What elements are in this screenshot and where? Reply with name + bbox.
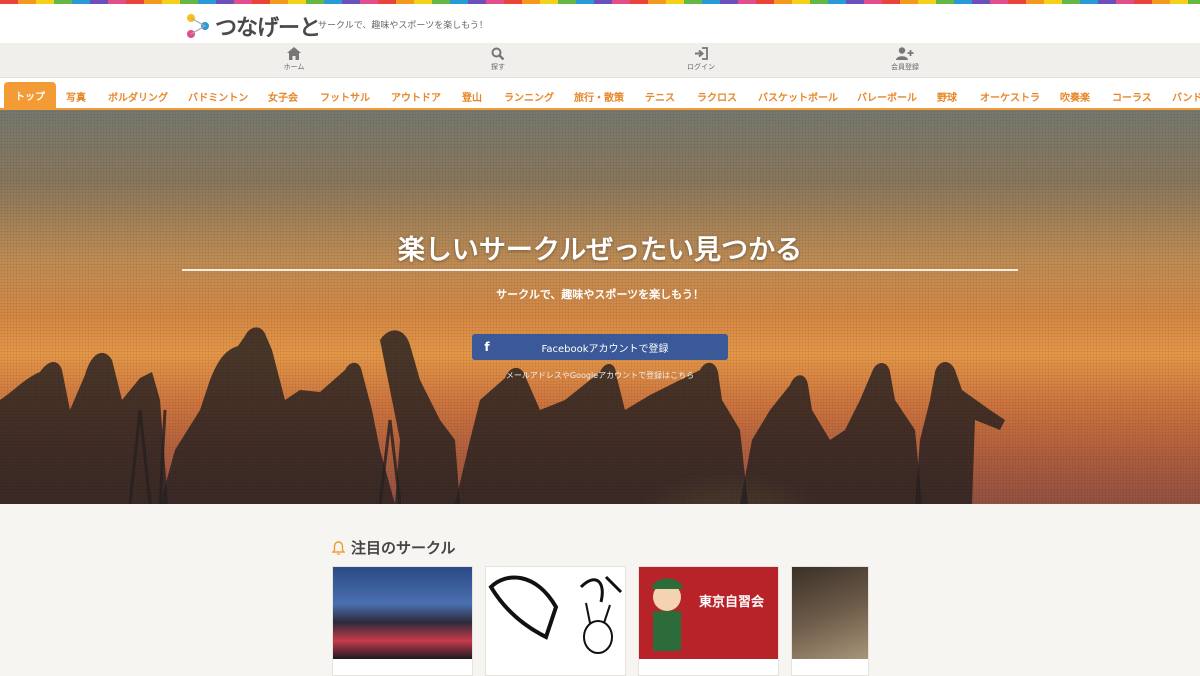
nav-tab-girls[interactable]: 女子会 — [268, 85, 298, 108]
menu-home-label: ホーム — [283, 63, 305, 71]
menu-login-label: ログイン — [687, 63, 715, 71]
hero-title: 楽しいサークルぜったい見つかる — [397, 235, 803, 266]
nav-tab-lacrosse[interactable]: ラクロス — [697, 85, 737, 108]
nav-tab-baseball[interactable]: 野球 — [937, 85, 957, 108]
nav-tab-futsal[interactable]: フットサル — [320, 85, 370, 108]
login-icon — [695, 47, 708, 60]
email-signup-link[interactable]: メールアドレスやGoogleアカウントで登録はこちら — [0, 370, 1200, 381]
user-plus-icon — [896, 47, 914, 60]
nav-tab-top[interactable]: トップ — [4, 82, 56, 108]
featured-heading-label: 注目のサークル — [351, 539, 456, 557]
site-tagline: サークルで、趣味やスポーツを楽しもう！ — [318, 21, 488, 31]
nav-tab-running[interactable]: ランニング — [504, 85, 554, 108]
nav-tab-bouldering[interactable]: ボルダリング — [108, 85, 168, 108]
site-header: つなげーと サークルで、趣味やスポーツを楽しもう！ — [0, 4, 1200, 43]
menu-search[interactable]: 探す — [458, 47, 538, 72]
logo-mark-icon — [185, 12, 211, 40]
facebook-icon: f — [484, 340, 490, 354]
menu-login[interactable]: ログイン — [661, 47, 741, 72]
bell-icon — [332, 540, 345, 555]
tokyo-study-group-banner: 東京自習会 — [639, 567, 778, 659]
nav-tab-basketball[interactable]: バスケットボール — [758, 85, 838, 108]
hero-subtitle: サークルで、趣味やスポーツを楽しもう！ — [496, 288, 704, 301]
nav-tab-brassband[interactable]: 吹奏楽 — [1060, 85, 1090, 108]
hero-divider — [182, 269, 1018, 271]
featured-circles-section: 注目のサークル 東京自習会 — [0, 504, 1200, 676]
banner-caption: 東京自習会 — [699, 595, 765, 610]
logo-text: つなげーと — [215, 16, 321, 41]
featured-card[interactable] — [791, 566, 869, 676]
menu-search-label: 探す — [491, 63, 505, 71]
facebook-signup-label: Facebookアカウントで登録 — [541, 343, 669, 355]
nav-tab-badminton[interactable]: バドミントン — [188, 85, 248, 108]
home-icon — [287, 47, 301, 60]
nav-tab-climbing[interactable]: 登山 — [462, 85, 482, 108]
halftone-overlay — [0, 110, 1200, 504]
hand-drawn-rabbit-logo — [486, 567, 625, 659]
nav-tab-band[interactable]: バンド — [1172, 85, 1200, 108]
site-logo[interactable]: つなげーと — [185, 10, 321, 42]
city-night-photo — [333, 567, 472, 659]
hero-banner: 楽しいサークルぜったい見つかる サークルで、趣味やスポーツを楽しもう！ f Fa… — [0, 110, 1200, 504]
nav-tab-orchestra[interactable]: オーケストラ — [980, 85, 1040, 108]
icon-menu-bar: ホーム 探す ログイン 会員登録 — [0, 43, 1200, 78]
interior-photo — [792, 567, 868, 659]
nav-tab-photo[interactable]: 写真 — [66, 85, 86, 108]
menu-signup[interactable]: 会員登録 — [865, 47, 945, 72]
nav-tab-volleyball[interactable]: バレーボール — [857, 85, 917, 108]
menu-home[interactable]: ホーム — [254, 47, 334, 72]
menu-signup-label: 会員登録 — [891, 63, 919, 71]
nav-tab-chorus[interactable]: コーラス — [1112, 85, 1152, 108]
nav-tab-travel[interactable]: 旅行・散策 — [574, 85, 624, 108]
category-nav: トップ 写真 ボルダリング バドミントン 女子会 フットサル アウトドア 登山 … — [0, 78, 1200, 111]
featured-heading: 注目のサークル — [332, 537, 456, 558]
nav-tab-outdoor[interactable]: アウトドア — [391, 85, 441, 108]
featured-card[interactable]: 東京自習会 — [638, 566, 779, 676]
nav-tab-tennis[interactable]: テニス — [645, 85, 675, 108]
featured-card[interactable] — [332, 566, 473, 676]
facebook-signup-button[interactable]: f Facebookアカウントで登録 — [472, 334, 728, 360]
search-icon — [491, 47, 505, 60]
featured-card[interactable] — [485, 566, 626, 676]
